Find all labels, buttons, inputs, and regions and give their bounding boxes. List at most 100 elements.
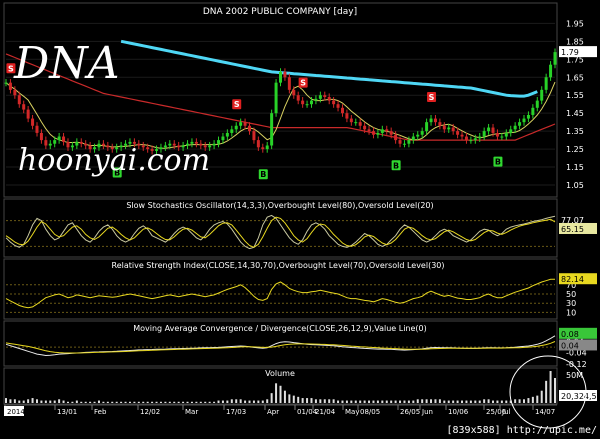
candle-body <box>345 113 349 119</box>
candle-body <box>438 122 442 126</box>
candle-body <box>549 64 553 78</box>
candle-body <box>398 140 402 144</box>
volume-bar <box>151 401 154 403</box>
candle-body <box>504 132 508 137</box>
watermark-site: hoonyai.com <box>18 143 210 178</box>
macd-signal-value-text: 0.04 <box>561 341 579 350</box>
candle-body <box>8 82 12 90</box>
volume-bar <box>13 399 16 403</box>
volume-bar <box>306 398 309 403</box>
macd-signal-value: 0.04 <box>559 339 597 351</box>
volume-bar <box>478 400 481 403</box>
volume-bar <box>328 399 331 403</box>
volume-bar <box>430 399 433 403</box>
volume-bar <box>27 399 30 403</box>
candle-body <box>363 125 367 130</box>
last-price-label-text: 1.79 <box>561 48 579 57</box>
volume-bar <box>469 400 472 403</box>
stochastic-title: Slow Stochastics Oscillator(14,3,3),Over… <box>126 201 433 210</box>
volume-bar <box>252 400 255 403</box>
volume-bar <box>403 400 406 403</box>
x-tick-label: Feb <box>94 408 107 416</box>
candle-body <box>318 95 322 99</box>
volume-value: 20,324,500 <box>559 390 600 401</box>
x-tick-label: 21/04 <box>315 408 336 416</box>
volume-bar <box>62 400 65 403</box>
volume-bar <box>9 399 12 403</box>
candle-body <box>62 136 66 142</box>
volume-bar <box>350 400 353 403</box>
signal-marker-s: S <box>232 99 242 110</box>
volume-bar <box>133 401 136 403</box>
volume-bar <box>376 400 379 403</box>
volume-bar <box>93 401 96 403</box>
volume-bar <box>279 385 282 403</box>
candle-body <box>332 100 336 105</box>
rsi-y-tick: 30 <box>566 299 576 308</box>
macd-title: Moving Average Convergence / Divergence(… <box>133 324 427 333</box>
candle-body <box>385 129 389 132</box>
candle-body <box>22 104 26 110</box>
volume-bar <box>58 399 61 403</box>
signal-label: B <box>260 170 266 179</box>
candle-body <box>473 138 477 141</box>
candle-body <box>35 125 39 133</box>
volume-bar <box>137 401 140 403</box>
candle-body <box>279 71 282 83</box>
candle-body <box>234 125 238 130</box>
candle-body <box>336 104 340 108</box>
volume-bar <box>297 396 300 403</box>
candle-body <box>292 89 296 96</box>
candle-body <box>380 129 384 133</box>
candle-body <box>526 114 530 119</box>
signal-marker-b: B <box>258 169 268 180</box>
volume-bar <box>345 400 348 403</box>
candle-body <box>354 122 358 124</box>
candle-body <box>478 136 482 139</box>
candle-body <box>420 131 424 135</box>
price-y-tick: 1.35 <box>566 127 584 136</box>
volume-bar <box>270 393 273 403</box>
volume-bar <box>354 400 357 403</box>
volume-bar <box>288 394 291 403</box>
candle-body <box>283 71 287 78</box>
x-tick-label: Jun <box>421 408 433 416</box>
candle-body <box>349 118 353 123</box>
candle-body <box>416 134 420 137</box>
candle-body <box>509 129 513 133</box>
candle-body <box>460 134 464 137</box>
volume-bar <box>208 401 211 403</box>
x-tick-label: Mar <box>185 408 198 416</box>
candle-body <box>513 125 517 130</box>
volume-bar <box>235 399 238 403</box>
rsi-title: Relative Strength Index(CLOSE,14,30,70),… <box>112 261 445 270</box>
candle-body <box>265 145 269 150</box>
volume-bar <box>465 400 468 403</box>
volume-bar <box>182 401 185 403</box>
rsi-value: 82.14 <box>559 273 597 285</box>
stochastic-d-value: 65.15 <box>559 222 597 234</box>
volume-bar <box>368 400 371 403</box>
volume-bar <box>128 401 131 403</box>
volume-bar <box>18 400 21 403</box>
volume-bar <box>120 401 123 403</box>
volume-bar <box>248 400 251 403</box>
stochastic-d-value-text: 65.15 <box>561 225 584 234</box>
volume-bar <box>434 399 437 403</box>
volume-bar <box>314 399 317 403</box>
signal-label: S <box>300 79 306 88</box>
candle-body <box>451 127 455 132</box>
price-y-tick: 1.45 <box>566 109 584 118</box>
candle-body <box>261 147 265 150</box>
candle-body <box>239 122 243 126</box>
volume-bar <box>536 395 539 403</box>
volume-bar <box>173 401 176 403</box>
candle-body <box>487 127 491 132</box>
volume-bar <box>359 400 362 403</box>
signal-marker-s: S <box>298 77 308 88</box>
price-y-tick: 1.65 <box>566 73 584 82</box>
volume-bar <box>168 401 171 403</box>
candle-body <box>217 140 221 144</box>
volume-bar <box>474 400 477 403</box>
candle-body <box>469 140 473 142</box>
